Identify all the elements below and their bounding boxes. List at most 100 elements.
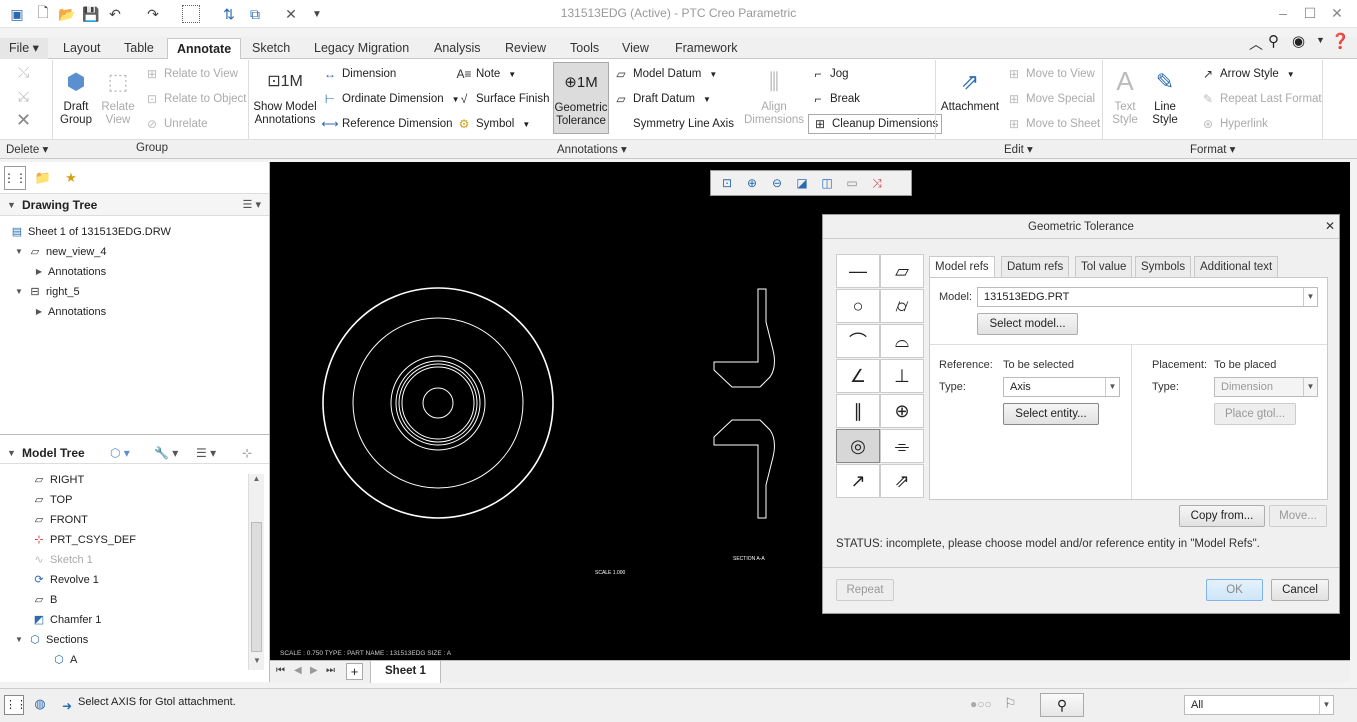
reference-dimension-button[interactable]: ⟷ Reference Dimension <box>321 116 452 132</box>
last-sheet-icon[interactable]: ⏭ <box>326 665 335 676</box>
tab-table[interactable]: Table <box>115 38 163 59</box>
symmetry-line-axis-button[interactable]: Symmetry Line Axis <box>613 116 734 132</box>
tree-item-sections[interactable]: ▼ ⬡ Sections <box>0 630 246 650</box>
tree-item-sheet[interactable]: ▤ Sheet 1 of 131513EDG.DRW <box>0 222 269 242</box>
scroll-down-icon[interactable]: ▼ <box>249 656 265 670</box>
tab-legacy-migration[interactable]: Legacy Migration <box>305 38 418 59</box>
move-to-sheet-button[interactable]: ⊞ Move to Sheet <box>1006 116 1100 132</box>
jog-button[interactable]: ⌐ Jog <box>810 66 848 82</box>
move-to-view-button[interactable]: ⊞ Move to View <box>1006 66 1095 82</box>
show-model-annotations-button[interactable]: ⊡1M Show Model Annotations <box>252 64 318 127</box>
cleanup-dimensions-button[interactable]: ⊞ Cleanup Dimensions <box>808 114 943 134</box>
collapse-drawing-tree-icon[interactable]: ▼ <box>7 194 16 216</box>
format-group-label[interactable]: Format ▾ <box>1190 142 1235 156</box>
tree-item-sketch[interactable]: ∿ Sketch 1 <box>0 550 246 570</box>
move-special-button[interactable]: ⊞ Move Special <box>1006 91 1095 107</box>
circularity-icon[interactable]: ○ <box>836 289 880 323</box>
collapse-icon[interactable]: ▼ <box>14 630 24 650</box>
tab-layout[interactable]: Layout <box>54 38 110 59</box>
tree-tools-icon[interactable]: 🔧 ▾ <box>154 442 178 464</box>
chevron-down-icon[interactable]: ▼ <box>1105 378 1119 396</box>
favorites-tab-icon[interactable]: ★ <box>60 166 82 190</box>
symbol-dropdown-icon[interactable]: ▼ <box>522 120 530 129</box>
tree-settings-icon[interactable]: ☰ ▾ <box>196 442 216 464</box>
datum-display-icon[interactable]: ⤨ <box>866 176 888 191</box>
scroll-thumb[interactable] <box>251 522 262 652</box>
add-sheet-icon[interactable]: + <box>346 663 363 680</box>
note-button[interactable]: A≡ Note ▼ <box>456 66 516 82</box>
total-runout-icon[interactable]: ⇗ <box>880 464 924 498</box>
tab-symbols[interactable]: Symbols <box>1135 256 1192 277</box>
expand-icon[interactable]: ▶ <box>34 262 44 282</box>
line-style-button[interactable]: ✎ Line Style <box>1146 64 1184 127</box>
support-menu-icon[interactable]: ▼ <box>1316 35 1325 45</box>
tab-model-refs[interactable]: Model refs <box>929 256 995 278</box>
select-model-button[interactable]: Select model... <box>977 313 1078 335</box>
cancel-button[interactable]: Cancel <box>1271 579 1329 601</box>
arrow-style-dropdown-icon[interactable]: ▼ <box>1287 70 1295 79</box>
previous-sheet-icon[interactable]: ◀ <box>294 665 302 676</box>
align-dimensions-button[interactable]: ⫼ Align Dimensions <box>742 64 806 127</box>
collapse-icon[interactable]: ▼ <box>14 282 24 302</box>
tab-annotate[interactable]: Annotate <box>167 38 242 60</box>
tree-item-annotations[interactable]: ▶ Annotations <box>0 262 269 282</box>
sheet-tab[interactable]: Sheet 1 <box>370 661 441 683</box>
collapse-ribbon-icon[interactable]: ︿ <box>1249 34 1263 54</box>
placement-type-select[interactable]: Dimension ▼ <box>1214 377 1318 397</box>
zoom-in-icon[interactable]: ⊕ <box>741 176 763 190</box>
model-display-icon[interactable]: ⬡ ▾ <box>110 442 130 464</box>
tree-item-right[interactable]: ▱ RIGHT <box>0 470 246 490</box>
flatness-icon[interactable]: ▱ <box>880 254 924 288</box>
angularity-icon[interactable]: ∠ <box>836 359 880 393</box>
minimize-icon[interactable]: – <box>1270 4 1296 22</box>
chevron-down-icon[interactable]: ▼ <box>1303 378 1317 396</box>
refit-icon[interactable]: ⊡ <box>716 176 738 190</box>
tree-item-chamfer[interactable]: ◩ Chamfer 1 <box>0 610 246 630</box>
repaint-icon[interactable]: ◪ <box>791 176 813 190</box>
tab-datum-refs[interactable]: Datum refs <box>1001 256 1070 277</box>
collapse-model-tree-icon[interactable]: ▼ <box>7 442 16 464</box>
tab-framework[interactable]: Framework <box>666 38 747 59</box>
circular-runout-icon[interactable]: ↗ <box>836 464 880 498</box>
folder-tab-icon[interactable]: 📁 <box>32 166 54 190</box>
selection-filter[interactable]: All ▼ <box>1184 695 1334 715</box>
straightness-icon[interactable]: — <box>836 254 880 288</box>
delete-small-icon[interactable]: ⤯ <box>18 64 29 81</box>
find-icon[interactable]: ⚲ <box>1040 693 1084 717</box>
position-icon[interactable]: ⊕ <box>880 394 924 428</box>
chevron-down-icon[interactable]: ▼ <box>1319 696 1333 714</box>
arrow-style-button[interactable]: ↗ Arrow Style ▼ <box>1200 66 1295 82</box>
relate-to-object-button[interactable]: ⊡ Relate to Object <box>144 91 247 107</box>
delete-icon[interactable]: ✕ <box>16 110 31 131</box>
close-icon[interactable]: ✕ <box>1325 219 1335 233</box>
parallelism-icon[interactable]: ∥ <box>836 394 880 428</box>
concentricity-icon[interactable]: ◎ <box>836 429 880 463</box>
tree-item-front[interactable]: ▱ FRONT <box>0 510 246 530</box>
note-dropdown-icon[interactable]: ▼ <box>508 70 516 79</box>
support-icon[interactable]: ◉ <box>1292 32 1305 50</box>
profile-of-surface-icon[interactable]: ⌓ <box>880 324 924 358</box>
repeat-last-format-button[interactable]: ✎ Repeat Last Format <box>1200 91 1322 107</box>
tree-item-b[interactable]: ▱ B <box>0 590 246 610</box>
tab-review[interactable]: Review <box>496 38 555 59</box>
model-tree-scrollbar[interactable]: ▲ ▼ <box>248 474 264 670</box>
tab-analysis[interactable]: Analysis <box>425 38 490 59</box>
next-sheet-icon[interactable]: ▶ <box>310 665 318 676</box>
repeat-button[interactable]: Repeat <box>836 579 894 601</box>
draft-datum-button[interactable]: ▱ Draft Datum ▼ <box>613 91 711 107</box>
model-datum-dropdown-icon[interactable]: ▼ <box>709 70 717 79</box>
collapse-icon[interactable]: ▼ <box>14 242 24 262</box>
tab-tools[interactable]: Tools <box>561 38 608 59</box>
chevron-down-icon[interactable]: ▼ <box>1303 288 1317 306</box>
tree-item-new-view[interactable]: ▼ ▱ new_view_4 <box>0 242 269 262</box>
ordinate-dimension-button[interactable]: ⊢ Ordinate Dimension ▼ <box>322 91 460 107</box>
first-sheet-icon[interactable]: ⏮ <box>276 665 285 676</box>
model-select[interactable]: 131513EDG.PRT ▼ <box>977 287 1318 307</box>
close-icon[interactable]: ✕ <box>1324 4 1350 22</box>
flag-icon[interactable]: ⚐ <box>1004 695 1017 712</box>
symmetry-icon[interactable]: ⌯ <box>880 429 924 463</box>
tree-item-right-view[interactable]: ▼ ⊟ right_5 <box>0 282 269 302</box>
unrelate-button[interactable]: ⊘ Unrelate <box>144 116 208 132</box>
tab-view[interactable]: View <box>613 38 658 59</box>
search-icon[interactable]: ⚲ <box>1268 32 1279 50</box>
